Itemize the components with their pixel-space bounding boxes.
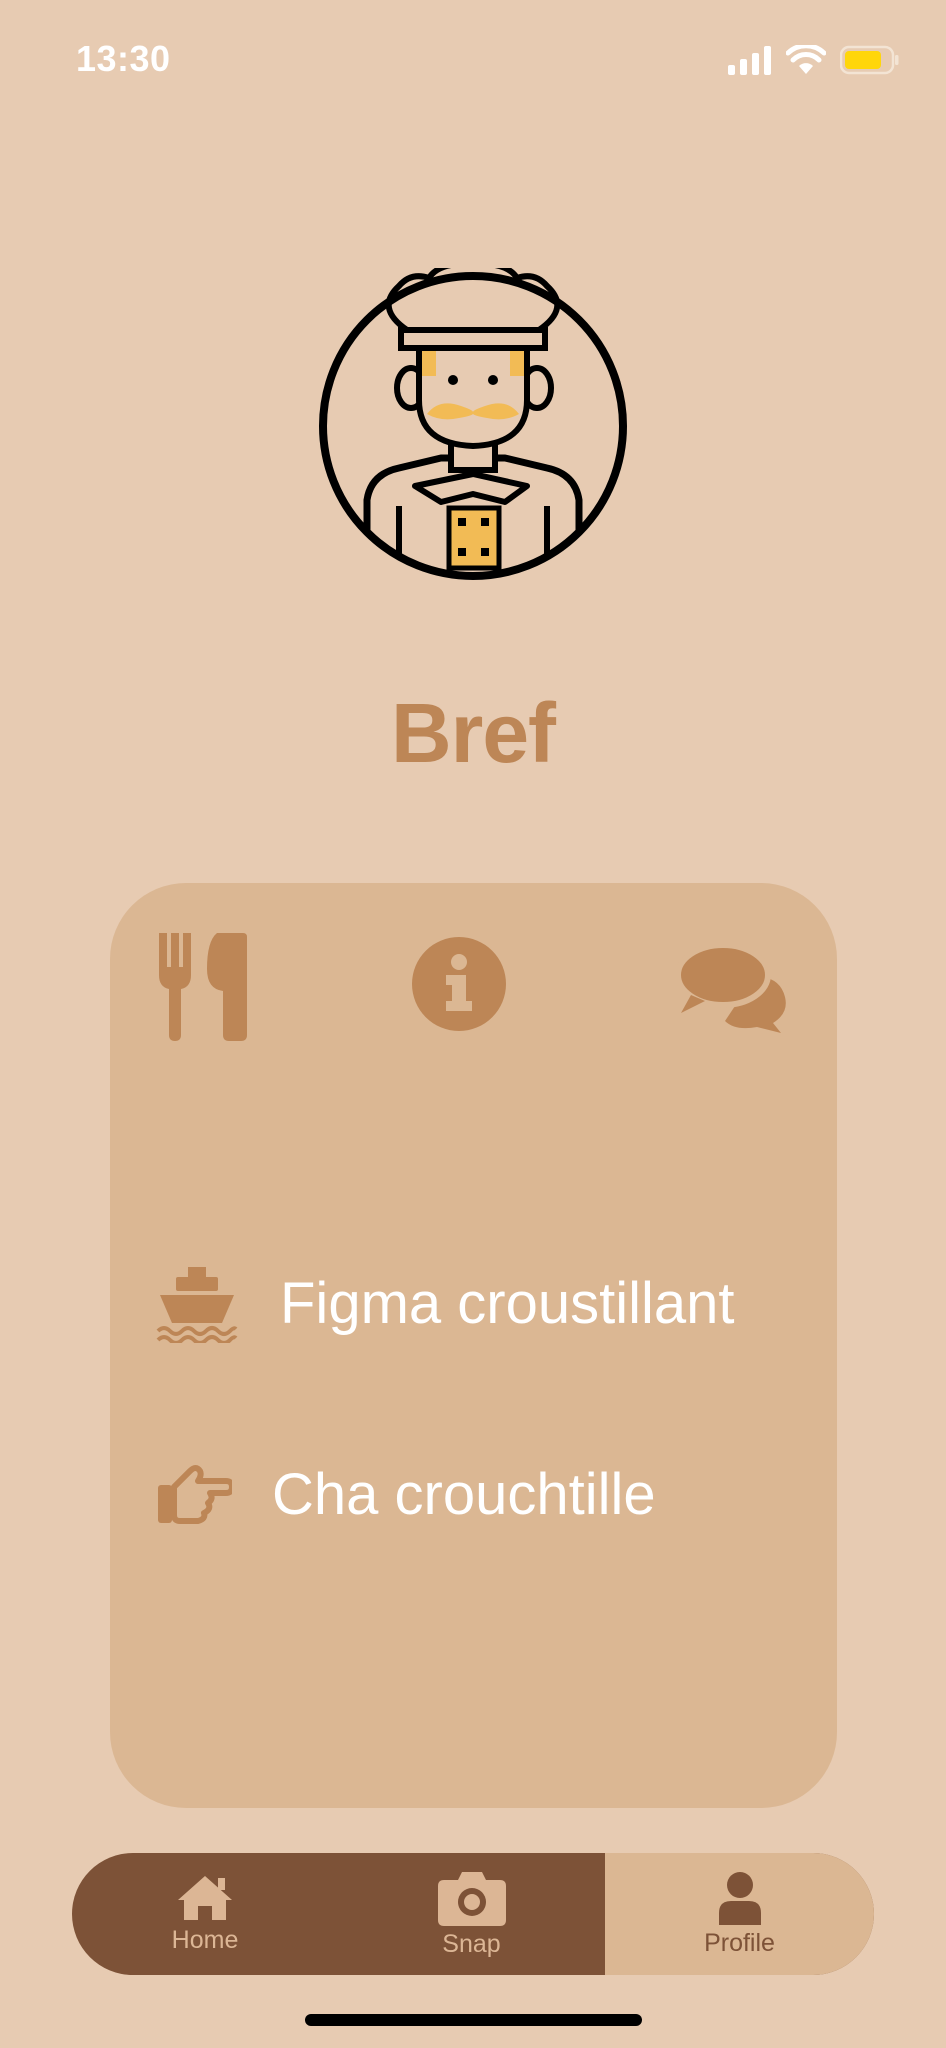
nav-item-home[interactable]: Home: [72, 1853, 338, 1975]
ship-icon: [156, 1267, 238, 1343]
nav-item-snap[interactable]: Snap: [338, 1853, 605, 1975]
fork-knife-icon[interactable]: [157, 931, 247, 1041]
user-icon: [718, 1871, 761, 1925]
profile-name: Bref: [390, 686, 556, 780]
nav-label: Home: [171, 1925, 239, 1954]
status-time: 13:30: [76, 38, 171, 79]
menu-item-label: Figma croustillant: [280, 1270, 735, 1336]
home-icon: [178, 1875, 232, 1920]
status-bar: 13:30: [0, 0, 946, 120]
hand-point-right-icon: [158, 1464, 232, 1524]
status-icons: [728, 42, 900, 78]
camera-icon: [437, 1871, 506, 1926]
nav-label: Snap: [442, 1929, 501, 1958]
nav-label: Profile: [704, 1928, 775, 1957]
cellular-signal-icon: [728, 46, 771, 75]
wifi-icon: [786, 45, 826, 74]
battery-icon: [840, 45, 899, 75]
profile-card: Figma croustillant Cha crouchtille: [110, 883, 837, 1808]
nav-item-profile[interactable]: Profile: [605, 1853, 874, 1975]
menu-item-figma-croustillant[interactable]: Figma croustillant: [156, 1263, 734, 1343]
menu-item-cha-crouchtille[interactable]: Cha crouchtille: [156, 1461, 656, 1528]
info-icon[interactable]: [412, 937, 506, 1031]
comments-icon[interactable]: [677, 943, 789, 1033]
home-indicator[interactable]: [305, 2014, 642, 2026]
bottom-nav: Home Snap Profile: [72, 1853, 874, 1975]
chef-avatar-icon: [315, 260, 631, 584]
menu-item-label: Cha crouchtille: [272, 1462, 656, 1527]
